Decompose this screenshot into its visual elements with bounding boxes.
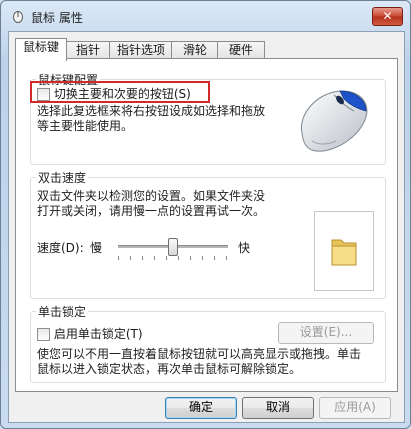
description-line: 双击文件夹以检测您的设置。如果文件夹没	[37, 189, 266, 203]
double-click-speed-slider[interactable]	[112, 237, 234, 260]
description-line: 使您可以不用一直按着鼠标按钮就可以高亮显示或拖拽。单击	[37, 347, 362, 361]
slider-tick	[154, 256, 155, 260]
slider-tick	[130, 256, 131, 260]
dialog-client-area: 鼠标键 指针 指针选项 滑轮 硬件 鼠标键配置 切换主要和次要的按钮(S) 选择…	[8, 31, 405, 423]
mouse-image	[300, 90, 368, 152]
click-lock-legend: 单击锁定	[38, 305, 87, 319]
title-bar[interactable]: 鼠标 属性 ✕	[1, 1, 410, 31]
slider-tick	[178, 256, 179, 260]
double-click-speed-legend: 双击速度	[38, 171, 87, 185]
switch-buttons-label[interactable]: 切换主要和次要的按钮(S)	[54, 87, 191, 101]
description-line: 打开或关闭，请用慢一点的设置再试一次。	[37, 204, 266, 218]
tab-buttons[interactable]: 鼠标键	[15, 38, 67, 61]
slider-tick	[118, 256, 119, 260]
slider-tick	[226, 256, 227, 260]
slider-tick	[214, 256, 215, 260]
cancel-button[interactable]: 取消	[242, 397, 314, 419]
folder-icon[interactable]	[329, 234, 359, 268]
buttons-tab-panel: 鼠标键配置 切换主要和次要的按钮(S) 选择此复选框来将右按钮设成如选择和拖放 …	[15, 58, 398, 392]
ok-button[interactable]: 确定	[165, 397, 237, 419]
click-lock-checkbox[interactable]	[37, 328, 50, 341]
click-lock-settings-button[interactable]: 设置(E)...	[278, 322, 374, 344]
slider-tick	[166, 256, 167, 260]
window-title: 鼠标 属性	[31, 11, 83, 25]
fast-label: 快	[238, 241, 251, 255]
description-line: 鼠标以进入锁定状态，再次单击鼠标可解除锁定。	[37, 362, 302, 376]
click-lock-description: 使您可以不用一直按着鼠标按钮就可以高亮显示或拖拽。单击 鼠标以进入锁定状态，再次…	[37, 347, 387, 377]
slow-label: 慢	[90, 241, 103, 255]
switch-buttons-checkbox[interactable]	[37, 88, 50, 101]
slider-thumb[interactable]	[168, 238, 178, 256]
mouse-properties-window: 鼠标 属性 ✕ 鼠标键 指针 指针选项 滑轮 硬件 鼠标键配置 切换主要和次要的…	[0, 0, 411, 429]
slider-tick	[202, 256, 203, 260]
mouse-icon	[13, 11, 23, 23]
slider-tick	[142, 256, 143, 260]
description-line: 选择此复选框来将右按钮设成如选择和拖放	[37, 104, 266, 118]
slider-tick	[190, 256, 191, 260]
apply-button[interactable]: 应用(A)	[319, 397, 391, 419]
switch-buttons-checkbox-row[interactable]: 切换主要和次要的按钮(S)	[37, 85, 191, 102]
click-lock-checkbox-row[interactable]: 启用单击锁定(T)	[37, 325, 143, 342]
double-click-description: 双击文件夹以检测您的设置。如果文件夹没 打开或关闭，请用慢一点的设置再试一次。	[37, 189, 327, 219]
close-button[interactable]: ✕	[372, 7, 403, 26]
click-lock-label[interactable]: 启用单击锁定(T)	[54, 327, 143, 341]
speed-label: 速度(D):	[37, 241, 84, 255]
test-folder-area[interactable]	[314, 211, 374, 291]
description-line: 等主要性能使用。	[37, 119, 134, 133]
switch-buttons-description: 选择此复选框来将右按钮设成如选择和拖放 等主要性能使用。	[37, 104, 287, 134]
